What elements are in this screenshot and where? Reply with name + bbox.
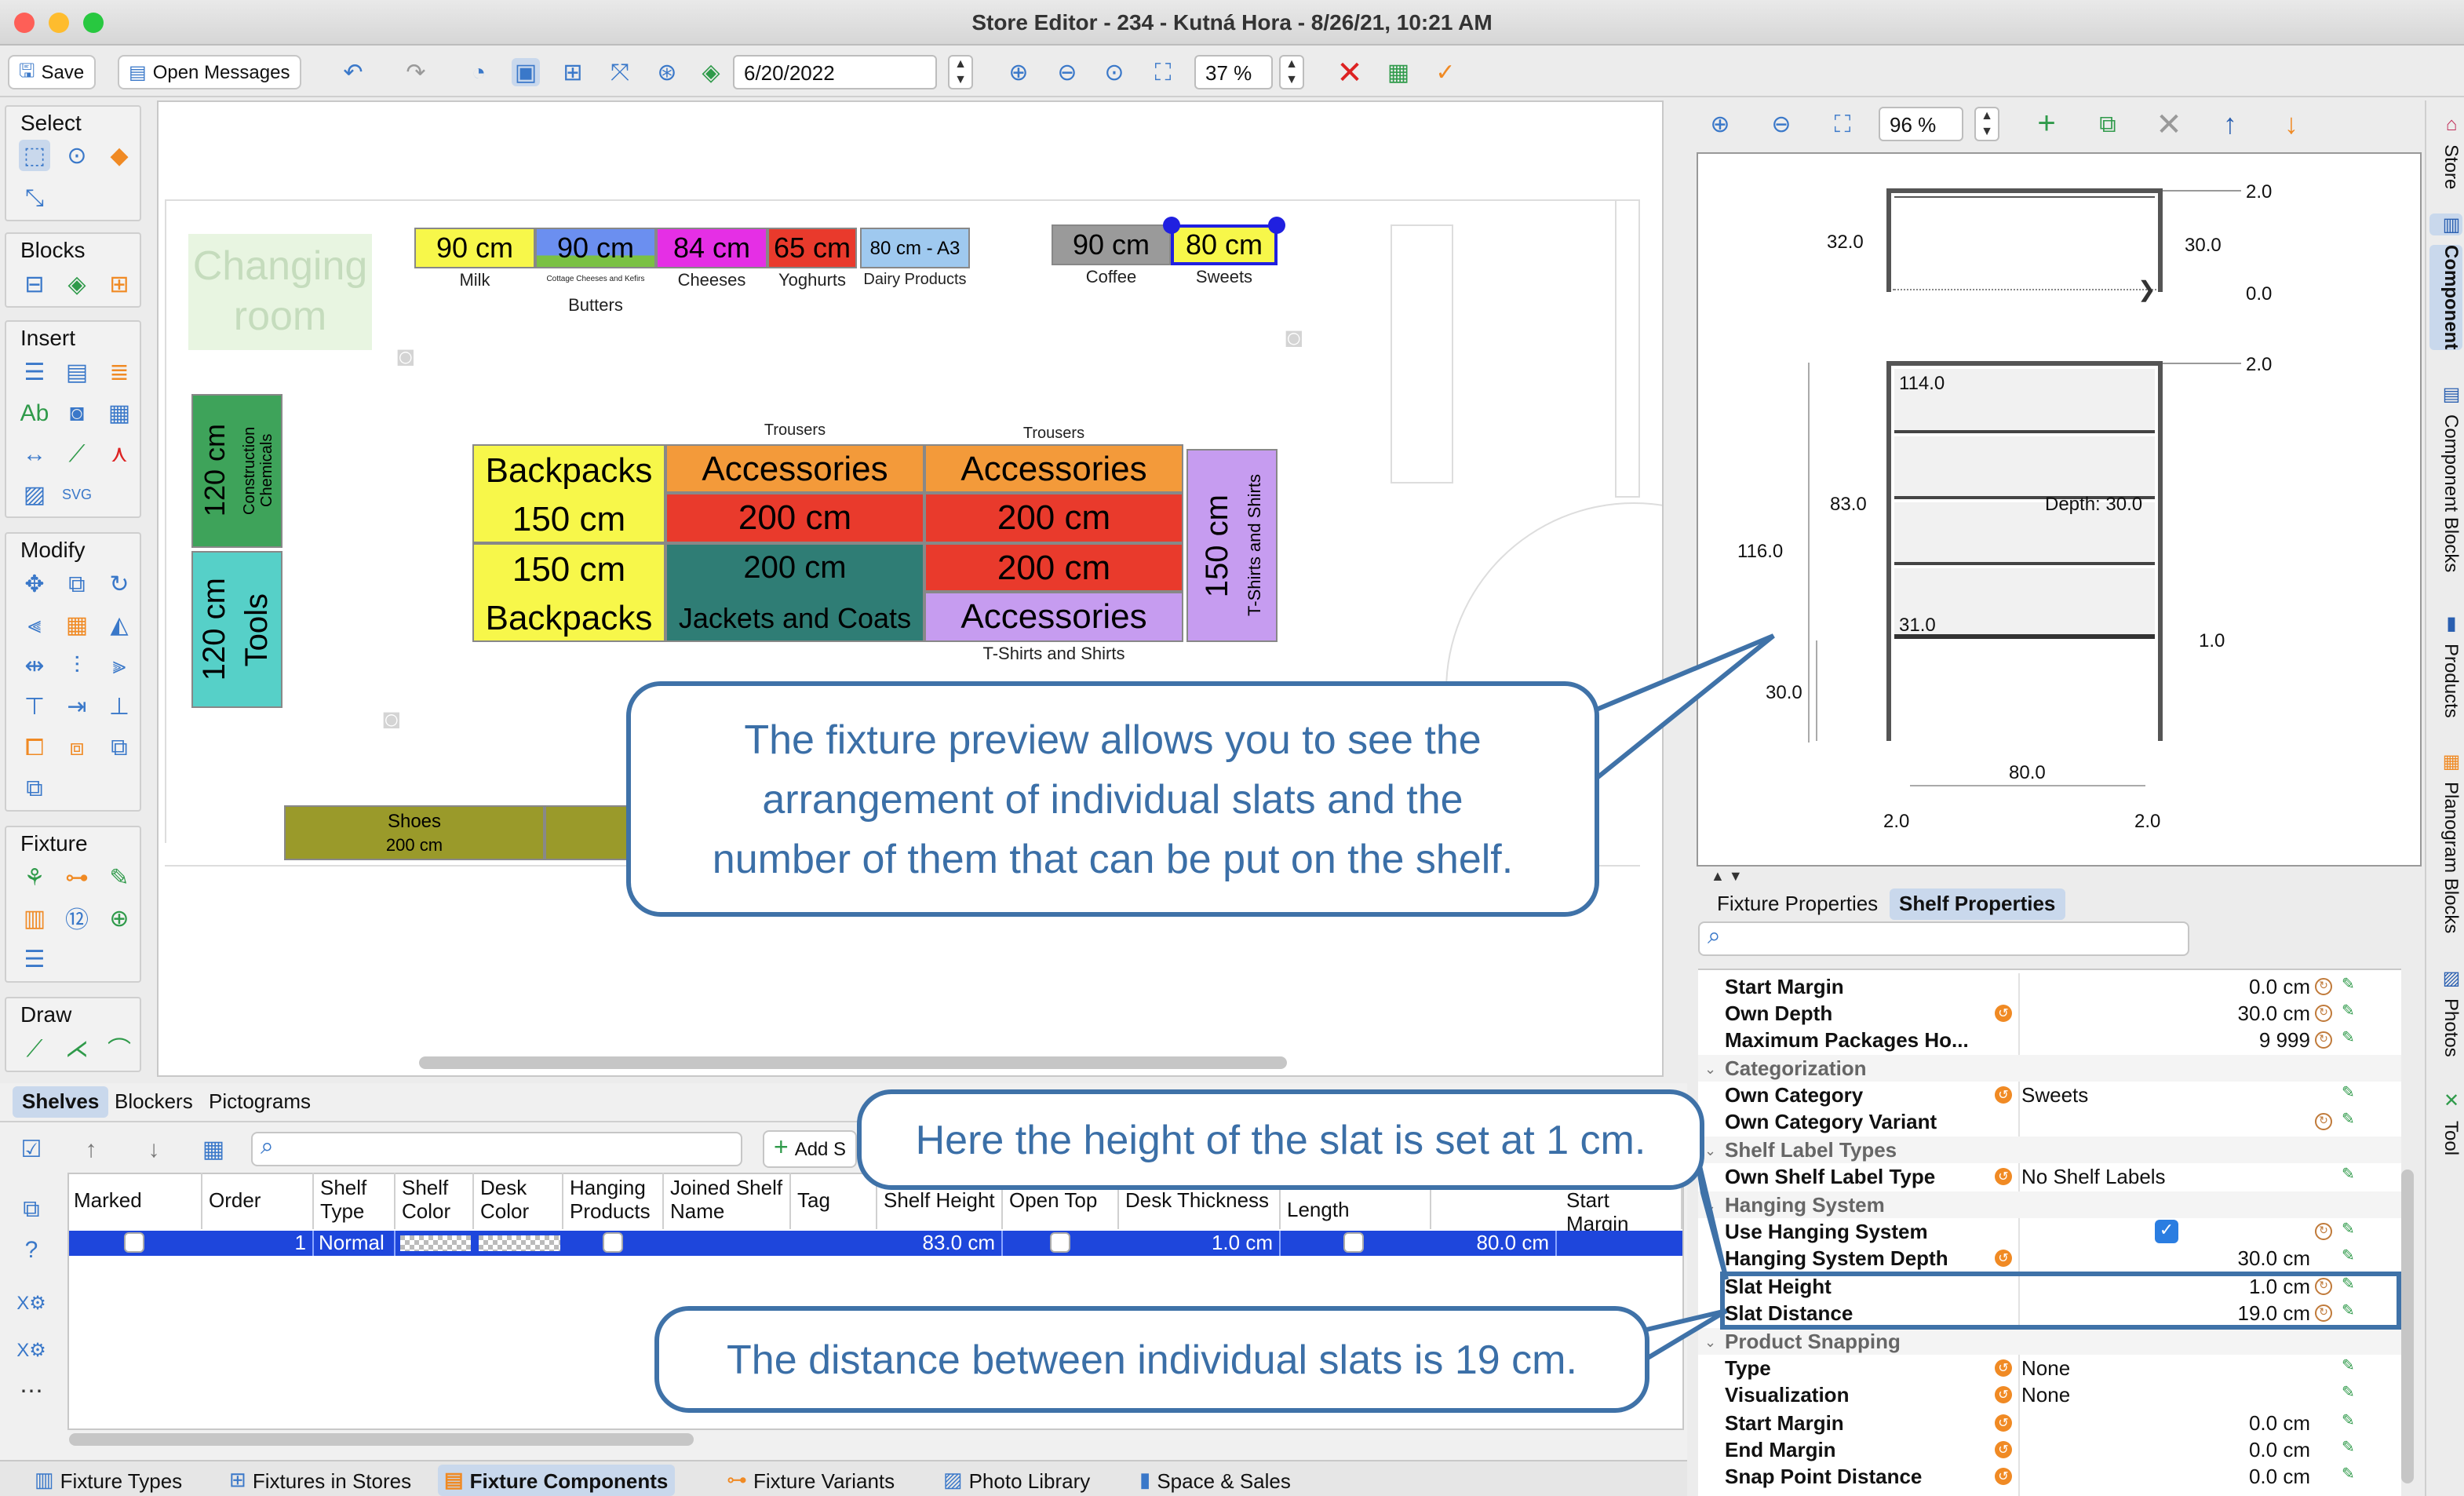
callout-slat-distance: The distance between individual slats is…: [654, 1306, 1649, 1413]
callout-pointer-preview: [1582, 633, 1775, 790]
callout-preview: The fixture preview allows you to see th…: [626, 681, 1599, 917]
callout-pointer-distance: [1638, 1308, 1728, 1367]
callout-slat-height: Here the height of the slat is set at 1 …: [857, 1089, 1704, 1190]
